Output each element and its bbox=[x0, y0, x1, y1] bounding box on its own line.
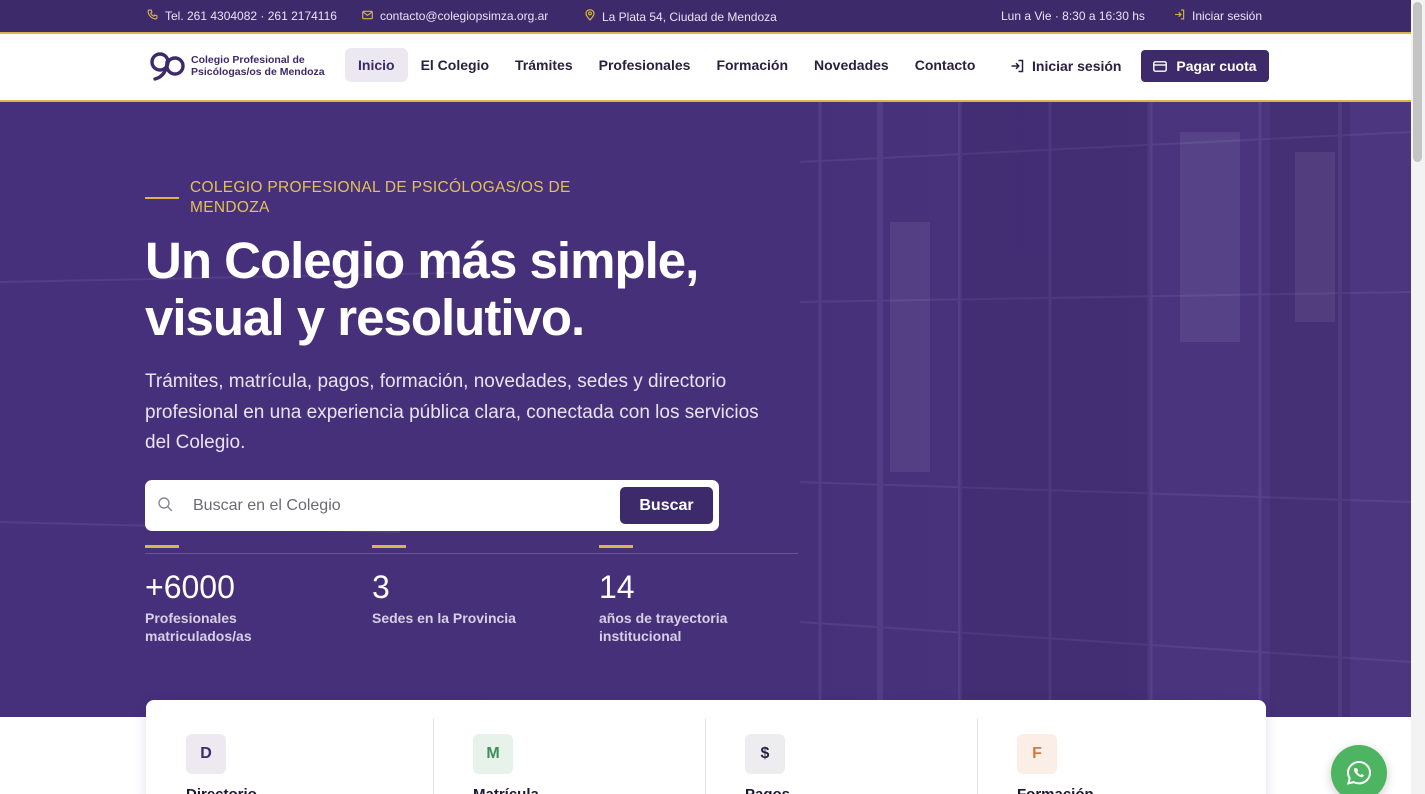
card-badge: $ bbox=[745, 734, 785, 774]
hero-section: COLEGIO PROFESIONAL DE PSICÓLOGAS/OS DE … bbox=[0, 102, 1411, 717]
card-badge: D bbox=[186, 734, 226, 774]
stat-number: 3 bbox=[372, 569, 390, 605]
pay-fee-label: Pagar cuota bbox=[1176, 58, 1257, 74]
stat-number: +6000 bbox=[145, 569, 235, 605]
card-title: Directorio bbox=[186, 786, 257, 794]
site-logo[interactable]: Colegio Profesional de Psicólogas/os de … bbox=[149, 50, 325, 82]
main-navbar: Colegio Profesional de Psicólogas/os de … bbox=[0, 34, 1411, 100]
whatsapp-button[interactable] bbox=[1331, 745, 1387, 794]
hero-lead: Trámites, matrícula, pagos, formación, n… bbox=[145, 371, 759, 453]
stat-professionals: +6000 Profesionales matriculados/as bbox=[145, 545, 315, 645]
card-title: Pagos bbox=[745, 786, 790, 794]
email-text: contacto@colegiopsimza.org.ar bbox=[380, 9, 549, 23]
card-matricula[interactable]: M Matrícula bbox=[433, 700, 705, 794]
logo-text: Colegio Profesional de Psicólogas/os de … bbox=[191, 54, 325, 78]
address-text: La Plata 54, Ciudad de Mendoza bbox=[602, 9, 777, 24]
stat-label: Sedes en la Provincia bbox=[372, 610, 516, 626]
stat-accent-bar bbox=[145, 545, 179, 548]
service-cards: D Directorio M Matrícula $ Pagos F Forma… bbox=[146, 700, 1266, 794]
top-info-bar: Tel. 261 4304082 · 261 2174116 contacto@… bbox=[0, 0, 1411, 32]
card-badge: M bbox=[473, 734, 513, 774]
card-directorio[interactable]: D Directorio bbox=[146, 700, 418, 794]
nav-login-button[interactable]: Iniciar sesión bbox=[1010, 58, 1121, 74]
hero-eyebrow: COLEGIO PROFESIONAL DE PSICÓLOGAS/OS DE … bbox=[190, 179, 571, 216]
phone-icon bbox=[147, 9, 158, 23]
location-pin-icon bbox=[584, 9, 595, 24]
login-icon bbox=[1011, 59, 1024, 73]
card-divider bbox=[705, 718, 706, 794]
address-info[interactable]: La Plata 54, Ciudad de Mendoza bbox=[584, 9, 777, 24]
login-arrow-icon bbox=[1174, 9, 1185, 23]
hero-title-line-2: visual y resolutivo. bbox=[145, 289, 585, 346]
nav-link-formacion[interactable]: Formación bbox=[703, 48, 801, 82]
nav-link-el-colegio[interactable]: El Colegio bbox=[408, 48, 502, 82]
card-divider bbox=[433, 718, 434, 794]
eyebrow-accent-line bbox=[145, 197, 179, 199]
pay-fee-button[interactable]: Pagar cuota bbox=[1141, 50, 1269, 82]
stat-sedes: 3 Sedes en la Provincia bbox=[372, 545, 542, 627]
credit-card-icon bbox=[1153, 60, 1168, 72]
scrollbar-thumb[interactable] bbox=[1413, 2, 1422, 162]
nav-link-novedades[interactable]: Novedades bbox=[801, 48, 902, 82]
nav-link-profesionales[interactable]: Profesionales bbox=[586, 48, 704, 82]
stat-accent-bar bbox=[372, 545, 406, 548]
nav-link-inicio[interactable]: Inicio bbox=[345, 48, 408, 82]
stat-years: 14 años de trayectoria institucional bbox=[599, 545, 769, 645]
card-title: Formación bbox=[1017, 786, 1094, 794]
stat-label: años de trayectoria institucional bbox=[599, 610, 728, 644]
email-info[interactable]: contacto@colegiopsimza.org.ar bbox=[362, 9, 548, 23]
hours-text: Lun a Vie · 8:30 a 16:30 hs bbox=[1001, 9, 1145, 23]
search-icon bbox=[158, 497, 173, 512]
card-title: Matrícula bbox=[473, 786, 539, 794]
card-formacion[interactable]: F Formación bbox=[977, 700, 1249, 794]
card-badge: F bbox=[1017, 734, 1057, 774]
topbar-login-link[interactable]: Iniciar sesión bbox=[1174, 9, 1262, 23]
card-divider bbox=[977, 718, 978, 794]
card-pagos[interactable]: $ Pagos bbox=[705, 700, 977, 794]
logo-line-1: Colegio Profesional de bbox=[191, 54, 305, 66]
logo-line-2: Psicólogas/os de Mendoza bbox=[191, 66, 325, 78]
nav-links: Inicio El Colegio Trámites Profesionales… bbox=[345, 48, 988, 82]
hero-title-line-1: Un Colegio más simple, bbox=[145, 232, 699, 289]
nav-login-label: Iniciar sesión bbox=[1032, 58, 1122, 74]
stat-number: 14 bbox=[599, 569, 635, 605]
topbar-login-text: Iniciar sesión bbox=[1192, 9, 1263, 23]
nav-link-contacto[interactable]: Contacto bbox=[902, 48, 989, 82]
hero-search-button[interactable]: Buscar bbox=[620, 487, 713, 524]
hours-info: Lun a Vie · 8:30 a 16:30 hs bbox=[1001, 9, 1145, 23]
logo-mark-icon bbox=[150, 52, 185, 81]
stat-label: Profesionales matriculados/as bbox=[145, 610, 252, 644]
stat-accent-bar bbox=[599, 545, 633, 548]
phone-info[interactable]: Tel. 261 4304082 · 261 2174116 bbox=[147, 9, 337, 23]
hero-title: Un Colegio más simple, visual y resoluti… bbox=[145, 232, 845, 346]
whatsapp-icon bbox=[1346, 760, 1372, 785]
hero-search-input[interactable] bbox=[193, 496, 593, 516]
mail-icon bbox=[362, 10, 373, 23]
phone-text: Tel. 261 4304082 · 261 2174116 bbox=[165, 9, 337, 23]
nav-link-tramites[interactable]: Trámites bbox=[502, 48, 586, 82]
